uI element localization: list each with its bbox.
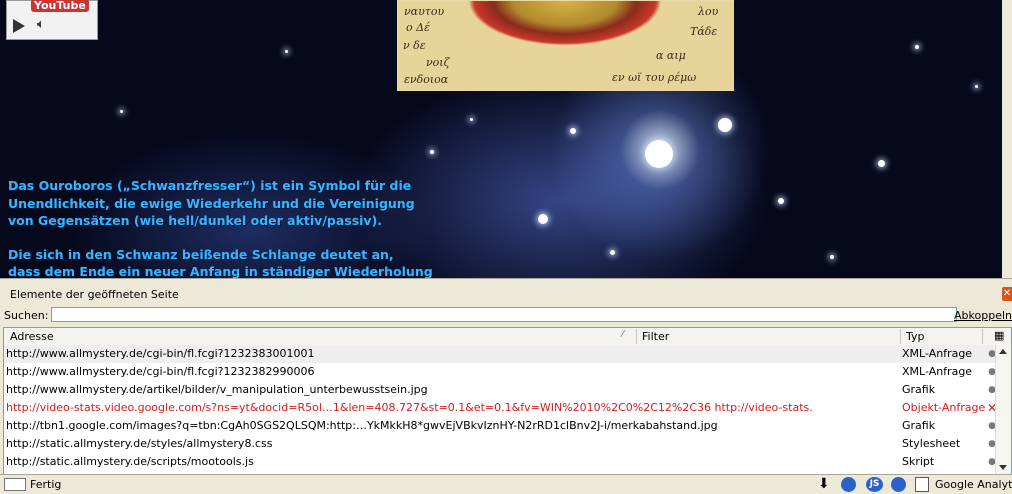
column-header-filter[interactable]: Filter (642, 330, 669, 343)
google-analytics-label[interactable]: Google Analytic (935, 478, 1012, 491)
sort-indicator-icon: ⁄ (622, 329, 624, 340)
page-elements-panel: Elemente der geöffneten Seite ✕ Suchen: … (0, 278, 1012, 494)
scroll-down-icon[interactable] (999, 465, 1007, 470)
manuscript-glyph: α αιμ (656, 49, 686, 62)
star (878, 160, 885, 167)
manuscript-glyph: ν δε (403, 39, 426, 52)
star (538, 214, 548, 224)
ouroboros-caption-line: Das Ouroboros („Schwanzfresser“) ist ein… (8, 178, 412, 193)
star (718, 118, 732, 132)
star (975, 85, 978, 88)
star (830, 255, 834, 259)
manuscript-glyph: εν ωϊ του ρέμω (612, 71, 697, 84)
page-icon[interactable] (915, 477, 929, 492)
table-row[interactable]: http://www.allmystery.de/cgi-bin/fl.fcgi… (4, 345, 1011, 363)
row-type: XML-Anfrage (902, 365, 973, 378)
table-row[interactable]: http://video-stats.video.google.com/s?ns… (4, 399, 1011, 417)
row-type: Stylesheet (902, 437, 961, 450)
manuscript-glyph: νοιζ (426, 56, 450, 69)
javascript-icon[interactable]: JS (866, 477, 883, 492)
star (285, 50, 288, 53)
row-address: http://static.allmystery.de/scripts/moot… (6, 455, 254, 468)
star (120, 110, 123, 113)
table-header: Adresse ⁄ Filter Typ ▦ (4, 328, 1011, 346)
star (610, 250, 615, 255)
row-type: Skript (902, 455, 935, 468)
elements-table: Adresse ⁄ Filter Typ ▦ http://www.allmys… (3, 327, 1012, 475)
column-header-type[interactable]: Typ (906, 330, 925, 343)
status-text: Fertig (30, 478, 62, 491)
webpage-viewport: YouTube 🔈︎ ναυτου ο Δέ ν δε νοιζ ενδοιοα… (0, 0, 1002, 278)
row-address: http://www.allmystery.de/cgi-bin/fl.fcgi… (6, 365, 315, 378)
row-type: Grafik (902, 419, 936, 432)
search-input[interactable] (51, 307, 957, 322)
scroll-up-icon[interactable] (999, 349, 1007, 354)
manuscript-glyph: Τάδε (690, 25, 718, 38)
row-address: http://tbn1.google.com/images?q=tbn:CgAh… (6, 419, 718, 432)
ouroboros-caption-line: von Gegensätzen (wie hell/dunkel oder ak… (8, 213, 383, 228)
table-row[interactable]: http://www.allmystery.de/cgi-bin/fl.fcgi… (4, 363, 1011, 381)
panel-title: Elemente der geöffneten Seite (10, 288, 179, 301)
row-type: Objekt-Anfrage (902, 401, 986, 414)
star (645, 140, 673, 168)
table-row[interactable]: http://tbn1.google.com/images?q=tbn:CgAh… (4, 417, 1011, 435)
star (570, 128, 576, 134)
manuscript-glyph: ναυτου (404, 5, 445, 18)
star (430, 150, 434, 154)
manuscript-glyph: ενδοιοα (404, 73, 449, 86)
star (778, 198, 784, 204)
manuscript-glyph: ο Δέ (406, 21, 430, 34)
column-divider[interactable] (636, 329, 637, 344)
table-scrollbar[interactable] (995, 345, 1011, 474)
youtube-logo: YouTube (31, 0, 89, 12)
lock-icon[interactable] (891, 477, 906, 492)
table-row[interactable]: http://www.allmystery.de/artikel/bilder/… (4, 381, 1011, 399)
detach-link[interactable]: Abkoppeln (954, 309, 1012, 322)
column-divider[interactable] (900, 329, 901, 344)
table-row[interactable]: http://static.allmystery.de/scripts/moot… (4, 453, 1011, 471)
play-icon[interactable] (13, 19, 25, 33)
row-address: http://video-stats.video.google.com/s?ns… (6, 401, 813, 414)
star (470, 118, 473, 121)
star (915, 45, 919, 49)
column-header-address[interactable]: Adresse (10, 330, 54, 343)
video-player[interactable]: YouTube 🔈︎ (6, 0, 98, 40)
row-address: http://static.allmystery.de/styles/allmy… (6, 437, 273, 450)
close-icon[interactable]: ✕ (1002, 287, 1012, 301)
column-divider[interactable] (982, 329, 983, 344)
download-arrow-icon[interactable]: ⬇ (818, 476, 830, 492)
column-picker-icon[interactable]: ▦ (994, 329, 1004, 342)
manuscript-glyph: λου (698, 5, 719, 18)
compass-icon[interactable] (841, 477, 856, 492)
search-label: Suchen: (4, 309, 49, 322)
status-bar: Fertig ⬇ JS Google Analytic (0, 474, 1012, 494)
row-type: XML-Anfrage (902, 347, 973, 360)
ouroboros-caption-line: dass dem Ende ein neuer Anfang in ständi… (8, 264, 433, 278)
row-address: http://www.allmystery.de/artikel/bilder/… (6, 383, 428, 396)
row-address: http://www.allmystery.de/cgi-bin/fl.fcgi… (6, 347, 315, 360)
row-type: Grafik (902, 383, 936, 396)
page-elements-icon[interactable] (4, 478, 26, 491)
volume-icon[interactable]: 🔈︎ (37, 17, 45, 32)
table-row[interactable]: http://static.allmystery.de/styles/allmy… (4, 435, 1011, 453)
ouroboros-manuscript-image: ναυτου ο Δέ ν δε νοιζ ενδοιοα Τάδε λου α… (397, 0, 734, 91)
